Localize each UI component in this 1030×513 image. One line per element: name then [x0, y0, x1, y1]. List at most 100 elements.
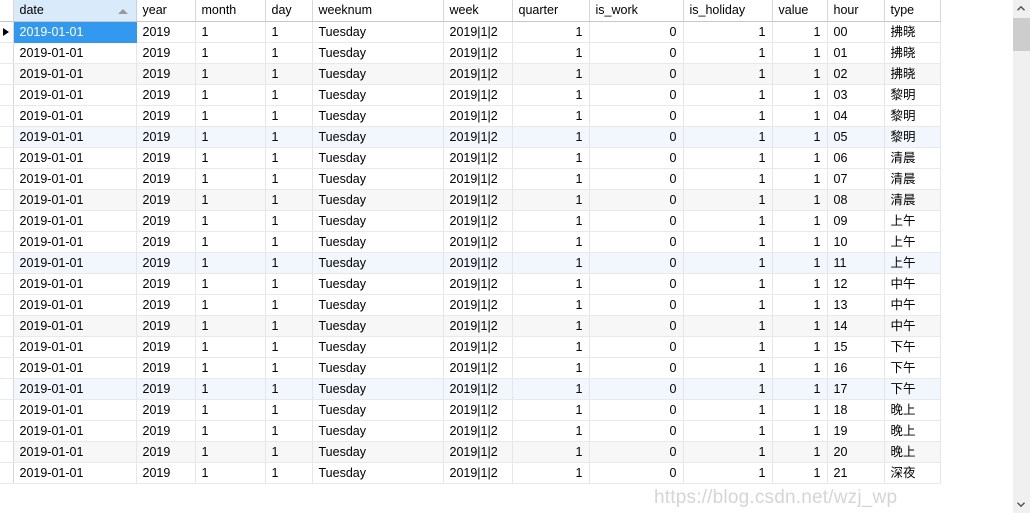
- cell-is_holiday[interactable]: 1: [683, 105, 773, 127]
- cell-value[interactable]: 1: [772, 441, 828, 463]
- cell-type[interactable]: 拂晓: [884, 21, 941, 43]
- cell-month[interactable]: 1: [195, 189, 266, 211]
- cell-year[interactable]: 2019: [136, 21, 196, 43]
- cell-quarter[interactable]: 1: [512, 105, 590, 127]
- row-marker-cell[interactable]: [0, 336, 14, 358]
- cell-hour[interactable]: 09: [827, 210, 885, 232]
- row-marker-cell[interactable]: [0, 189, 14, 211]
- cell-is_work[interactable]: 0: [589, 168, 684, 190]
- cell-is_holiday[interactable]: 1: [683, 42, 773, 64]
- cell-weeknum[interactable]: Tuesday: [312, 210, 444, 232]
- cell-value[interactable]: 1: [772, 231, 828, 253]
- cell-is_work[interactable]: 0: [589, 399, 684, 421]
- cell-month[interactable]: 1: [195, 315, 266, 337]
- cell-weeknum[interactable]: Tuesday: [312, 63, 444, 85]
- cell-day[interactable]: 1: [265, 441, 313, 463]
- cell-is_work[interactable]: 0: [589, 105, 684, 127]
- cell-weeknum[interactable]: Tuesday: [312, 420, 444, 442]
- cell-day[interactable]: 1: [265, 42, 313, 64]
- cell-week[interactable]: 2019|1|2: [443, 378, 513, 400]
- cell-type[interactable]: 晚上: [884, 420, 941, 442]
- cell-date[interactable]: 2019-01-01: [13, 420, 137, 442]
- cell-quarter[interactable]: 1: [512, 84, 590, 106]
- scroll-up-button[interactable]: [1013, 0, 1030, 17]
- cell-quarter[interactable]: 1: [512, 441, 590, 463]
- cell-is_work[interactable]: 0: [589, 441, 684, 463]
- cell-quarter[interactable]: 1: [512, 63, 590, 85]
- cell-year[interactable]: 2019: [136, 63, 196, 85]
- cell-value[interactable]: 1: [772, 21, 828, 43]
- table-row[interactable]: 2019-01-01 2019 1 1 Tuesday 2019|1|2 1 0 1 1 21 深夜: [0, 462, 941, 484]
- cell-value[interactable]: 1: [772, 105, 828, 127]
- row-marker-cell[interactable]: [0, 84, 14, 106]
- cell-date[interactable]: 2019-01-01: [13, 147, 137, 169]
- cell-is_work[interactable]: 0: [589, 462, 684, 484]
- column-header-quarter[interactable]: quarter: [512, 0, 590, 22]
- cell-weeknum[interactable]: Tuesday: [312, 84, 444, 106]
- cell-year[interactable]: 2019: [136, 252, 196, 274]
- table-row[interactable]: 2019-01-01 2019 1 1 Tuesday 2019|1|2 1 0 1 1 04 黎明: [0, 105, 941, 127]
- cell-month[interactable]: 1: [195, 462, 266, 484]
- row-marker-cell[interactable]: [0, 462, 14, 484]
- cell-year[interactable]: 2019: [136, 231, 196, 253]
- table-row[interactable]: 2019-01-01 2019 1 1 Tuesday 2019|1|2 1 0 1 1 12 中午: [0, 273, 941, 295]
- cell-week[interactable]: 2019|1|2: [443, 147, 513, 169]
- cell-hour[interactable]: 00: [827, 21, 885, 43]
- row-marker-cell[interactable]: [0, 399, 14, 421]
- cell-type[interactable]: 上午: [884, 231, 941, 253]
- table-row[interactable]: 2019-01-01 2019 1 1 Tuesday 2019|1|2 1 0 1 1 07 清晨: [0, 168, 941, 190]
- row-marker-cell[interactable]: [0, 294, 14, 316]
- cell-date[interactable]: 2019-01-01: [13, 168, 137, 190]
- cell-type[interactable]: 晚上: [884, 441, 941, 463]
- column-header-weeknum[interactable]: weeknum: [312, 0, 444, 22]
- cell-value[interactable]: 1: [772, 336, 828, 358]
- cell-month[interactable]: 1: [195, 21, 266, 43]
- cell-week[interactable]: 2019|1|2: [443, 168, 513, 190]
- column-header-value[interactable]: value: [772, 0, 828, 22]
- cell-weeknum[interactable]: Tuesday: [312, 462, 444, 484]
- cell-year[interactable]: 2019: [136, 399, 196, 421]
- cell-value[interactable]: 1: [772, 357, 828, 379]
- cell-type[interactable]: 晚上: [884, 399, 941, 421]
- cell-day[interactable]: 1: [265, 399, 313, 421]
- cell-value[interactable]: 1: [772, 252, 828, 274]
- row-marker-cell[interactable]: [0, 441, 14, 463]
- cell-hour[interactable]: 06: [827, 147, 885, 169]
- cell-day[interactable]: 1: [265, 420, 313, 442]
- cell-hour[interactable]: 13: [827, 294, 885, 316]
- cell-date[interactable]: 2019-01-01: [13, 42, 137, 64]
- cell-month[interactable]: 1: [195, 63, 266, 85]
- cell-type[interactable]: 下午: [884, 336, 941, 358]
- cell-hour[interactable]: 04: [827, 105, 885, 127]
- cell-is_work[interactable]: 0: [589, 378, 684, 400]
- cell-date[interactable]: 2019-01-01: [13, 21, 137, 43]
- cell-quarter[interactable]: 1: [512, 189, 590, 211]
- cell-day[interactable]: 1: [265, 315, 313, 337]
- cell-year[interactable]: 2019: [136, 147, 196, 169]
- cell-date[interactable]: 2019-01-01: [13, 441, 137, 463]
- cell-year[interactable]: 2019: [136, 210, 196, 232]
- table-row[interactable]: 2019-01-01 2019 1 1 Tuesday 2019|1|2 1 0 1 1 18 晚上: [0, 399, 941, 421]
- cell-hour[interactable]: 14: [827, 315, 885, 337]
- cell-type[interactable]: 清晨: [884, 147, 941, 169]
- cell-date[interactable]: 2019-01-01: [13, 462, 137, 484]
- cell-is_holiday[interactable]: 1: [683, 63, 773, 85]
- table-row[interactable]: 2019-01-01 2019 1 1 Tuesday 2019|1|2 1 0 1 1 00 拂晓: [0, 21, 941, 43]
- cell-type[interactable]: 上午: [884, 252, 941, 274]
- cell-week[interactable]: 2019|1|2: [443, 63, 513, 85]
- cell-month[interactable]: 1: [195, 252, 266, 274]
- column-header-type[interactable]: type: [884, 0, 941, 22]
- cell-type[interactable]: 拂晓: [884, 63, 941, 85]
- cell-value[interactable]: 1: [772, 147, 828, 169]
- cell-type[interactable]: 黎明: [884, 84, 941, 106]
- cell-quarter[interactable]: 1: [512, 231, 590, 253]
- cell-month[interactable]: 1: [195, 147, 266, 169]
- row-marker-cell[interactable]: [0, 378, 14, 400]
- cell-hour[interactable]: 16: [827, 357, 885, 379]
- cell-value[interactable]: 1: [772, 210, 828, 232]
- cell-quarter[interactable]: 1: [512, 21, 590, 43]
- cell-date[interactable]: 2019-01-01: [13, 63, 137, 85]
- row-marker-cell[interactable]: [0, 357, 14, 379]
- cell-is_holiday[interactable]: 1: [683, 462, 773, 484]
- cell-day[interactable]: 1: [265, 273, 313, 295]
